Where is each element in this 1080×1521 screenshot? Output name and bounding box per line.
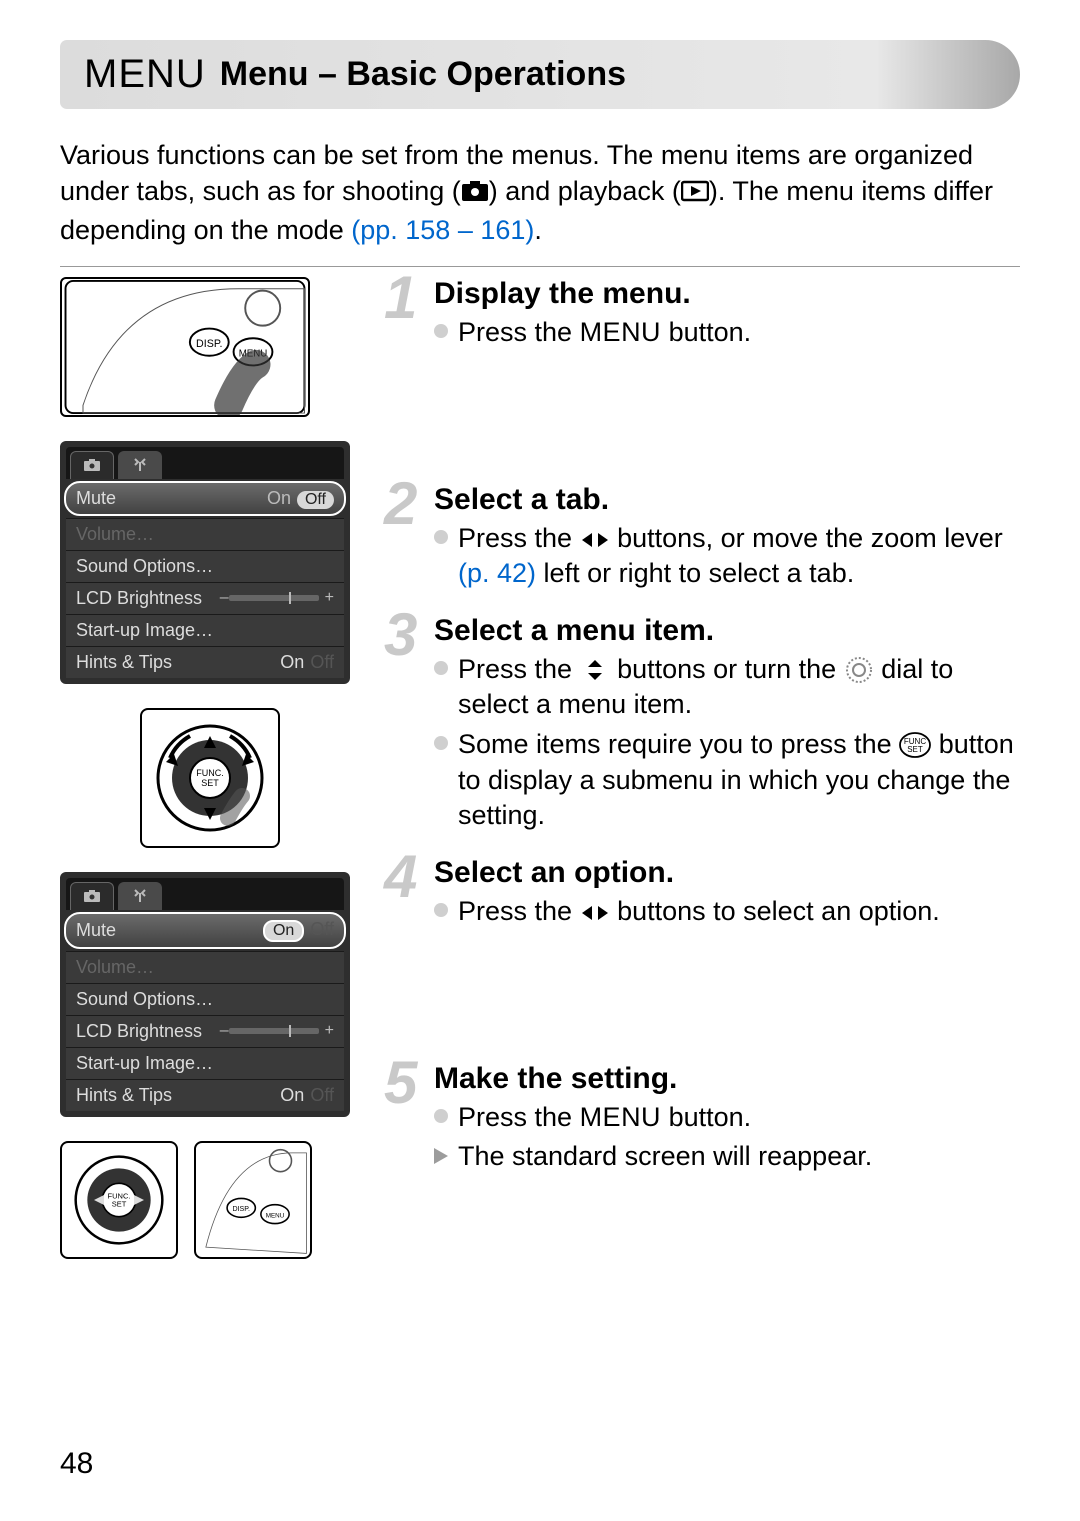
svg-text:FUNC.: FUNC.: [196, 768, 224, 778]
playback-icon: [681, 175, 709, 211]
menu-item-label: LCD Brightness: [76, 1021, 202, 1042]
menu-row: LCD Brightness–+: [66, 582, 344, 614]
step-number: 1: [384, 263, 417, 332]
step-text: Press the MENU button.: [458, 315, 751, 351]
bullet-icon: [434, 736, 448, 750]
menu-row: LCD Brightness–+: [66, 1015, 344, 1047]
step-number: 2: [384, 469, 417, 538]
menu-row: MuteOnOff: [64, 912, 346, 949]
menu-item-label: Volume…: [76, 957, 154, 978]
step-number: 3: [384, 600, 417, 669]
menu-item-label: Hints & Tips: [76, 1085, 172, 1106]
section-title-bar: MENU Menu – Basic Operations: [60, 40, 1020, 109]
step-text: Some items require you to press the FUNC…: [458, 727, 1020, 834]
bullet-icon: [434, 1109, 448, 1123]
svg-text:MENU: MENU: [266, 1212, 285, 1219]
step-text: Press the buttons or turn the dial to se…: [458, 652, 1020, 723]
svg-text:SET: SET: [201, 778, 219, 788]
camera-icon: [461, 175, 489, 211]
step-title: Select a menu item.: [434, 614, 1020, 648]
menu-item-label: Hints & Tips: [76, 652, 172, 673]
menu-item-label: Start-up Image…: [76, 1053, 213, 1074]
menu-word-icon: MENU: [84, 52, 206, 97]
func-set-icon: FUNCSET: [899, 729, 931, 759]
menu-item-label: Sound Options…: [76, 989, 213, 1010]
menu-button-label: MENU: [580, 1102, 662, 1132]
page-reference-link[interactable]: (pp. 158 – 161): [351, 215, 534, 245]
svg-text:DISP.: DISP.: [232, 1206, 250, 1213]
section-title: Menu – Basic Operations: [220, 55, 626, 94]
step-3: 3Select a menu item.Press the buttons or…: [390, 614, 1020, 834]
step-text: The standard screen will reappear.: [458, 1139, 872, 1175]
page-number: 48: [60, 1447, 93, 1481]
menu-row: Start-up Image…: [66, 1047, 344, 1079]
step-number: 4: [384, 842, 417, 911]
tab-shooting: [70, 451, 114, 479]
menu-row: Volume…: [66, 518, 344, 550]
tab-tools: [118, 451, 162, 479]
bullet-icon: [434, 324, 448, 338]
step-2: 2Select a tab.Press the buttons, or move…: [390, 483, 1020, 592]
tab-tools: [118, 882, 162, 910]
left-right-arrows-icon: [580, 523, 610, 553]
step-title: Display the menu.: [434, 277, 1020, 311]
step-number: 5: [384, 1048, 417, 1117]
menu-row: Hints & TipsOnOff: [66, 646, 344, 678]
divider: [60, 266, 1020, 267]
control-dial-illustration-small: FUNC. SET: [60, 1141, 178, 1259]
menu-item-label: LCD Brightness: [76, 588, 202, 609]
tab-shooting: [70, 882, 114, 910]
bullet-icon: [434, 530, 448, 544]
step-5: 5Make the setting.Press the MENU button.…: [390, 1062, 1020, 1175]
menu-item-label: Sound Options…: [76, 556, 213, 577]
svg-text:SET: SET: [112, 1200, 127, 1209]
control-dial-illustration: FUNC. SET: [140, 708, 280, 848]
menu-button-label: MENU: [580, 317, 662, 347]
step-text: Press the buttons, or move the zoom leve…: [458, 521, 1020, 592]
menu-item-label: Mute: [76, 488, 116, 509]
result-triangle-icon: [434, 1148, 448, 1164]
menu-row: Volume…: [66, 951, 344, 983]
bullet-icon: [434, 661, 448, 675]
camera-back-illustration-small: DISP. MENU: [194, 1141, 312, 1259]
bullet-icon: [434, 903, 448, 917]
step-text: Press the MENU button.: [458, 1100, 751, 1136]
camera-back-illustration-1: DISP. MENU: [60, 277, 310, 417]
step-title: Select an option.: [434, 856, 1020, 890]
menu-row: Sound Options…: [66, 550, 344, 582]
menu-row: MuteOnOff: [64, 481, 346, 516]
step-text: Press the buttons to select an option.: [458, 894, 940, 930]
menu-item-label: Mute: [76, 920, 116, 941]
menu-item-label: Volume…: [76, 524, 154, 545]
step-4: 4Select an option.Press the buttons to s…: [390, 856, 1020, 930]
menu-row: Sound Options…: [66, 983, 344, 1015]
control-dial-icon: [844, 654, 874, 684]
menu-row: Hints & TipsOnOff: [66, 1079, 344, 1111]
menu-item-label: Start-up Image…: [76, 620, 213, 641]
lcd-menu-screenshot-1: MuteOnOff Volume… Sound Options… LCD Bright…: [60, 441, 350, 684]
svg-text:DISP.: DISP.: [196, 338, 223, 350]
step-title: Make the setting.: [434, 1062, 1020, 1096]
step-title: Select a tab.: [434, 483, 1020, 517]
menu-row: Start-up Image…: [66, 614, 344, 646]
intro-paragraph: Various functions can be set from the me…: [60, 137, 1020, 248]
lcd-menu-screenshot-2: MuteOnOff Volume… Sound Options… LCD Bright…: [60, 872, 350, 1117]
step-1: 1Display the menu.Press the MENU button.: [390, 277, 1020, 351]
page-reference-link[interactable]: (p. 42): [458, 558, 536, 588]
left-right-arrows-icon: [580, 896, 610, 926]
svg-text:SET: SET: [907, 745, 923, 754]
up-down-arrows-icon: [580, 654, 610, 684]
